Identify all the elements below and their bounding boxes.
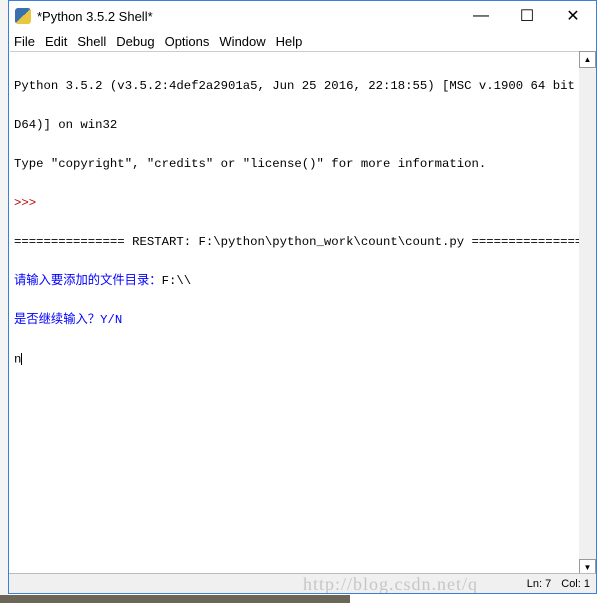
menu-bar: File Edit Shell Debug Options Window Hel…	[9, 31, 596, 51]
scroll-up-arrow-icon[interactable]: ▲	[579, 51, 596, 68]
menu-help[interactable]: Help	[276, 34, 303, 49]
watermark: http://blog.csdn.net/q	[303, 574, 478, 594]
title-bar[interactable]: *Python 3.5.2 Shell* — ☐ ✕	[9, 1, 596, 31]
menu-shell[interactable]: Shell	[77, 34, 106, 49]
input-value: F:\\	[161, 274, 192, 288]
line-number: Ln: 7	[526, 577, 552, 590]
menu-options[interactable]: Options	[165, 34, 210, 49]
shell-banner-line: Python 3.5.2 (v3.5.2:4def2a2901a5, Jun 2…	[14, 79, 580, 93]
python-idle-icon	[15, 8, 31, 24]
minimize-button[interactable]: —	[458, 1, 504, 31]
text-cursor	[21, 353, 23, 365]
column-number: Col: 1	[561, 577, 590, 590]
menu-window[interactable]: Window	[219, 34, 265, 49]
menu-edit[interactable]: Edit	[45, 34, 67, 49]
input-prompt: 请输入要添加的文件目录：	[14, 274, 162, 288]
vertical-scrollbar[interactable]: ▲ ▼	[579, 51, 596, 576]
restart-line: =============== RESTART: F:\python\pytho…	[14, 235, 580, 249]
shell-text-area[interactable]: Python 3.5.2 (v3.5.2:4def2a2901a5, Jun 2…	[10, 51, 580, 576]
current-input[interactable]: n	[14, 352, 21, 366]
window-title: *Python 3.5.2 Shell*	[37, 8, 153, 24]
continue-prompt: 是否继续输入？Y/N	[14, 313, 123, 327]
idle-shell-window: *Python 3.5.2 Shell* — ☐ ✕ File Edit She…	[8, 0, 597, 594]
menu-file[interactable]: File	[14, 34, 35, 49]
menu-debug[interactable]: Debug	[116, 34, 154, 49]
shell-banner-line: Type "copyright", "credits" or "license(…	[14, 157, 487, 171]
maximize-button[interactable]: ☐	[504, 1, 550, 31]
shell-prompt: >>>	[14, 196, 44, 210]
close-button[interactable]: ✕	[550, 1, 596, 31]
shell-banner-line: D64)] on win32	[14, 118, 118, 132]
background-desktop	[0, 595, 350, 603]
